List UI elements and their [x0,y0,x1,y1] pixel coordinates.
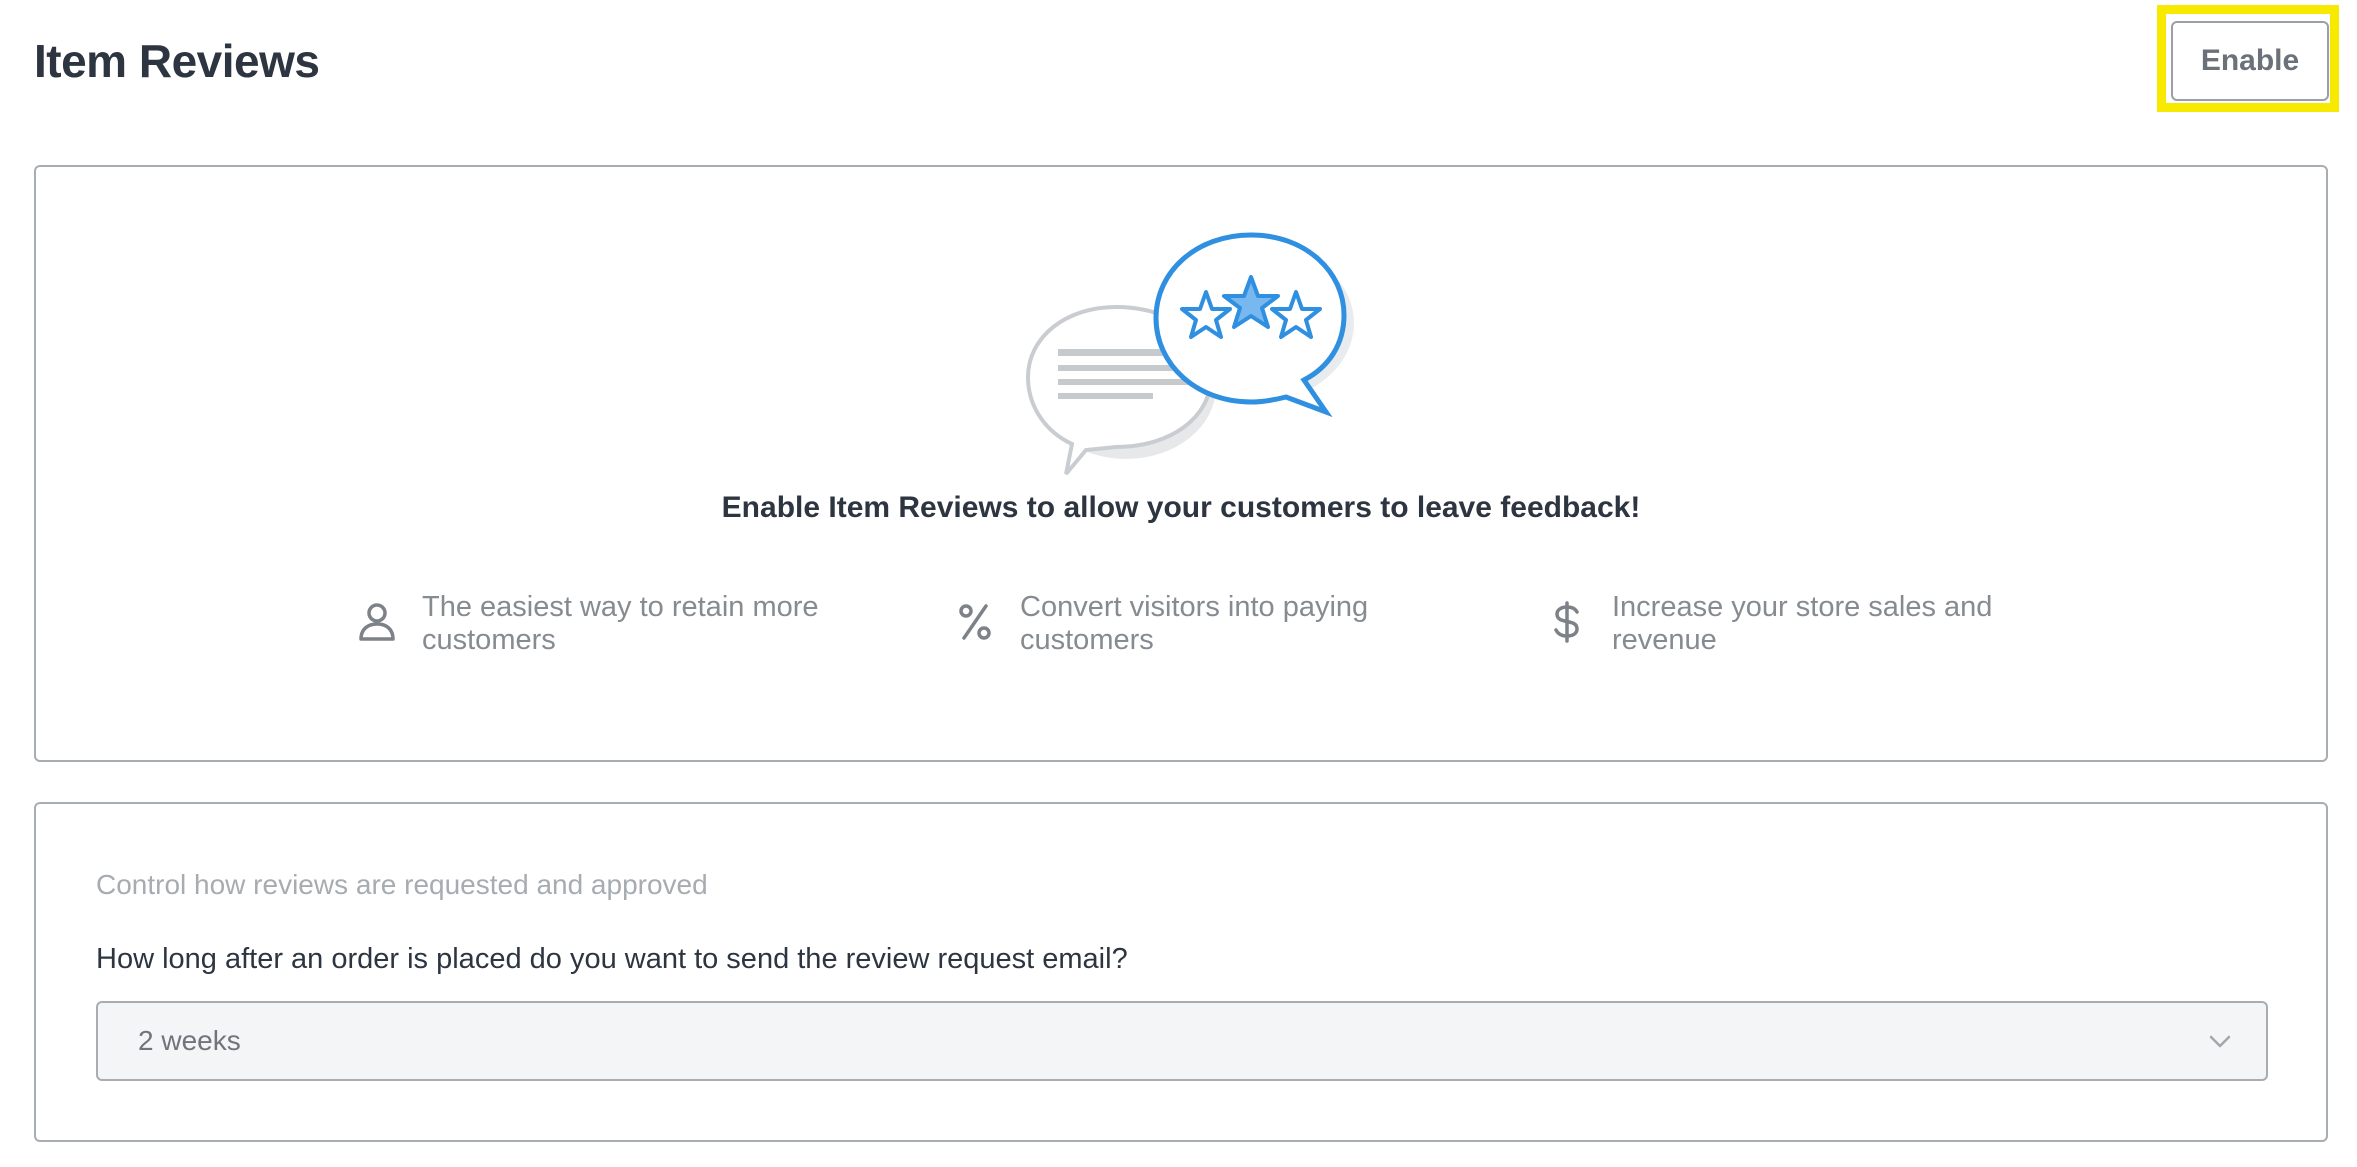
feature-text: Increase your store sales and revenue [1612,591,1993,656]
review-settings-card: Control how reviews are requested and ap… [34,802,2328,1142]
page-title: Item Reviews [34,35,320,87]
feature-text: Convert visitors into paying customers [1020,591,1369,656]
person-icon [356,601,398,643]
dollar-icon [1546,601,1588,643]
intro-card: Enable Item Reviews to allow your custom… [34,165,2328,762]
chevron-down-icon [2209,1035,2231,1048]
feature-retain: The easiest way to retain more customers [356,591,842,657]
intro-headline: Enable Item Reviews to allow your custom… [721,491,1641,524]
feature-revenue: Increase your store sales and revenue [1546,591,2032,657]
email-delay-value: 2 weeks [138,1025,241,1056]
enable-button[interactable]: Enable [2171,21,2329,101]
email-delay-select[interactable]: 2 weeks [96,1001,2268,1081]
review-speech-bubbles-icon [1026,232,1354,476]
feature-text: The easiest way to retain more customers [422,591,819,656]
percent-icon [954,601,996,643]
settings-subtitle: Control how reviews are requested and ap… [96,869,708,900]
email-delay-label: How long after an order is placed do you… [96,943,1128,975]
page-header: Item Reviews Enable [0,0,2357,130]
feature-convert: Convert visitors into paying customers [954,591,1440,657]
